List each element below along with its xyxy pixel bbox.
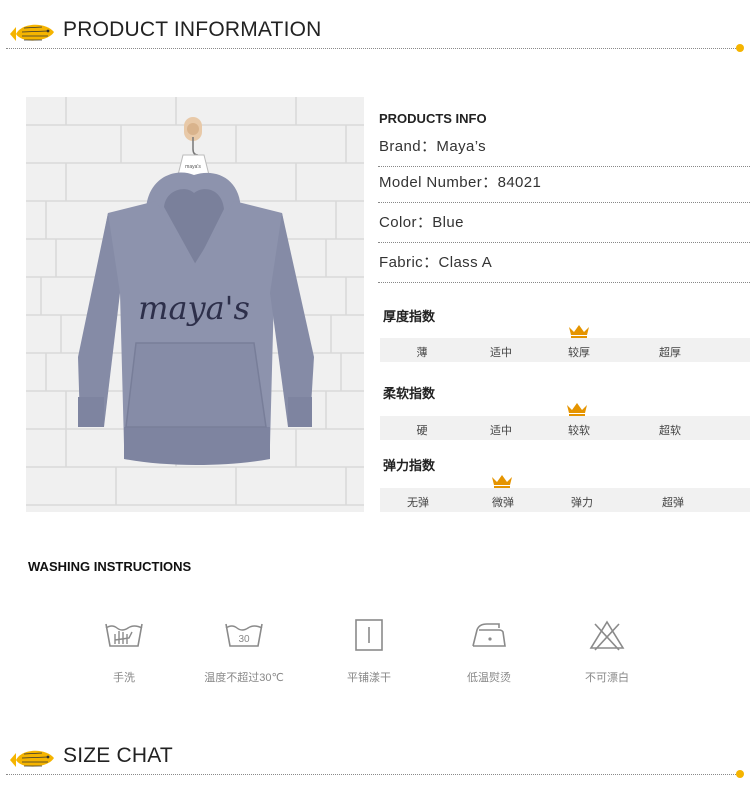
scale-option-selected: 较软 [568, 425, 590, 437]
hoodie-image: maya's maya's [26, 97, 364, 512]
scale-option: 超厚 [659, 347, 681, 359]
elasticity-index-label: 弹力指数 [383, 458, 436, 473]
crown-icon [492, 475, 512, 488]
thickness-scale-bar: 薄 适中 较厚 超厚 [380, 338, 750, 362]
scale-option: 超弹 [662, 497, 684, 509]
scale-option: 硬 [416, 425, 428, 437]
wash-30-icon: 30 [225, 623, 263, 647]
scale-option: 适中 [490, 425, 512, 437]
scale-option: 无弹 [407, 497, 429, 509]
scale-option-selected: 微弹 [492, 497, 514, 509]
no-bleach-icon [589, 620, 625, 651]
fish-logo-icon [10, 24, 54, 41]
elasticity-scale-bar: 无弹 微弹 弹力 超弹 [380, 488, 750, 512]
wash-item-hand-wash: 手洗 [54, 618, 194, 688]
wash-item-no-bleach: 不可漂白 [537, 618, 677, 688]
section-title: PRODUCT INFORMATION [63, 18, 322, 41]
iron-low-icon [472, 623, 506, 647]
wash-temperature-text: 30 [238, 634, 250, 645]
info-row-brand: Brand：Maya’s [378, 131, 750, 167]
wash-item-dry-flat: 平铺漾干 [299, 618, 439, 688]
product-photo: maya's maya's [26, 97, 364, 512]
section-title: SIZE CHAT [63, 744, 173, 767]
scale-option: 适中 [490, 347, 512, 359]
product-info-title: PRODUCTS INFO [379, 111, 487, 126]
thickness-index-label: 厚度指数 [383, 309, 436, 324]
crown-icon [567, 403, 587, 416]
dry-flat-icon [355, 619, 383, 651]
section-header-size-chat: SIZE CHAT [0, 738, 750, 778]
divider-end-dot [736, 770, 744, 778]
wash-item-label: 平铺漾干 [347, 672, 391, 684]
crown-icon [569, 325, 589, 338]
scale-option: 薄 [416, 347, 428, 359]
fish-logo-icon [10, 750, 54, 767]
scale-option: 弹力 [571, 497, 593, 509]
washing-instructions-title: WASHING INSTRUCTIONS [28, 559, 192, 574]
scale-option-selected: 较厚 [568, 347, 590, 359]
scale-option: 超软 [659, 425, 681, 437]
dotted-divider [6, 48, 742, 49]
softness-scale-bar: 硬 适中 较软 超软 [380, 416, 750, 440]
wash-item-label: 温度不超过30℃ [204, 672, 284, 684]
divider-end-dot [736, 44, 744, 52]
info-row-fabric: Fabric：Class A [378, 247, 750, 283]
garment-print-text: maya's [138, 289, 250, 327]
dotted-divider [6, 774, 742, 775]
hanger-tag-text: maya's [185, 164, 201, 170]
softness-index-label: 柔软指数 [383, 386, 436, 401]
wash-item-30-degrees: 30 温度不超过30℃ [174, 618, 314, 688]
wash-item-label: 不可漂白 [585, 672, 629, 684]
wash-item-label: 手洗 [113, 672, 135, 684]
hand-wash-icon [105, 623, 143, 647]
info-row-color: Color：Blue [378, 207, 750, 243]
section-header-product-information: PRODUCT INFORMATION [0, 12, 750, 52]
info-row-model-number: Model Number：84021 [378, 167, 750, 203]
